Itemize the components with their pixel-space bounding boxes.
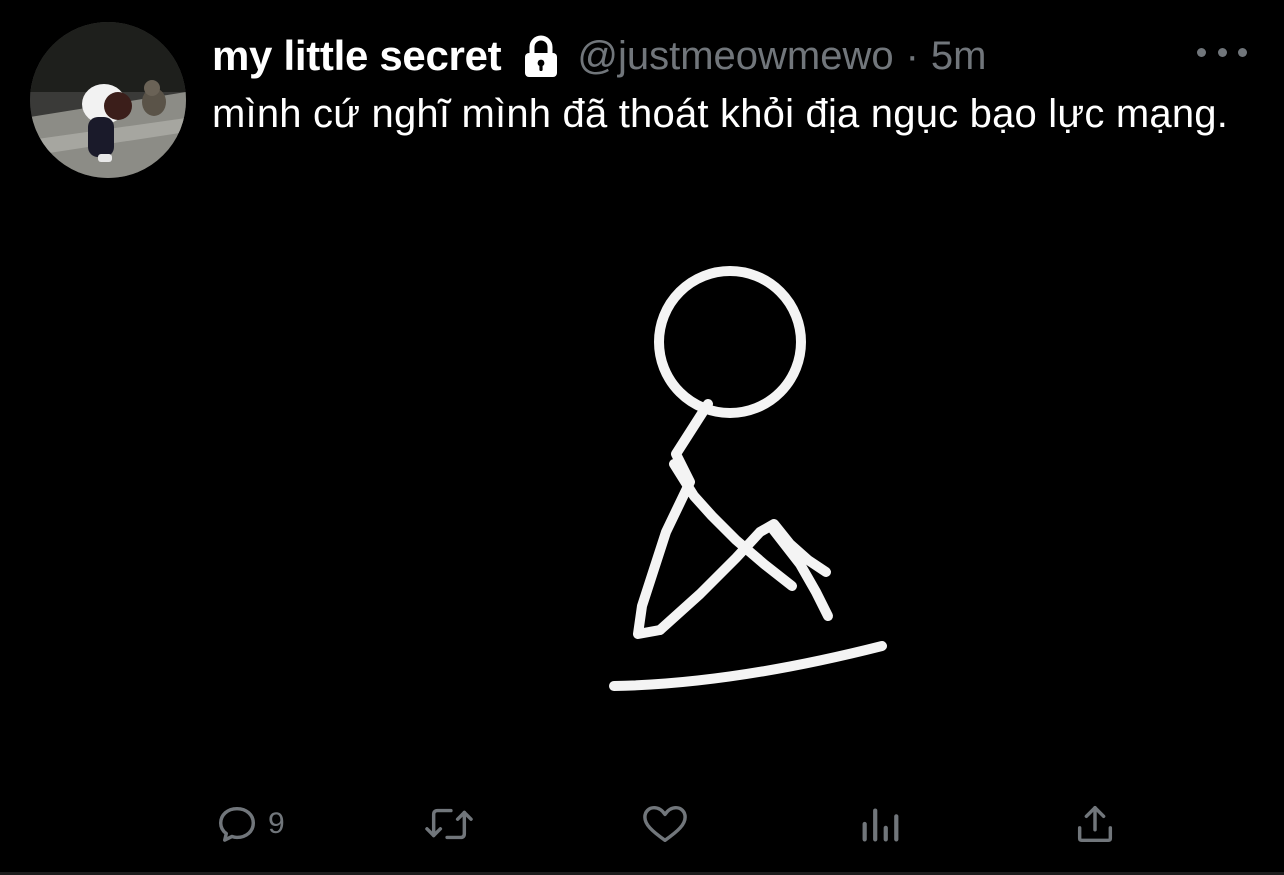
like-button[interactable] bbox=[640, 796, 690, 852]
tweet-text: mình cứ nghĩ mình đã thoát khỏi địa ngục… bbox=[212, 92, 1229, 136]
more-dot bbox=[1238, 47, 1247, 57]
separator: · bbox=[905, 33, 919, 78]
lock-icon bbox=[523, 34, 559, 78]
display-name[interactable]: my little secret bbox=[212, 32, 502, 80]
more-dot bbox=[1217, 47, 1227, 57]
retweet-button[interactable] bbox=[422, 796, 476, 852]
reply-count: 9 bbox=[268, 807, 285, 840]
reply-button[interactable]: 9 bbox=[214, 796, 285, 852]
more-options-icon[interactable] bbox=[1197, 40, 1247, 64]
analytics-button[interactable] bbox=[858, 796, 902, 852]
reply-icon bbox=[214, 801, 260, 847]
share-icon bbox=[1072, 801, 1118, 847]
retweet-icon bbox=[422, 801, 476, 847]
analytics-icon bbox=[858, 801, 902, 847]
tweet-media[interactable] bbox=[212, 214, 1252, 774]
tweet-actions: 9 bbox=[212, 796, 1252, 852]
handle[interactable]: @justmeowmewo bbox=[577, 34, 893, 79]
tweet[interactable]: my little secret @justmeowmewo · 5m mình… bbox=[0, 0, 1284, 875]
heart-icon bbox=[640, 801, 690, 847]
timestamp[interactable]: 5m bbox=[931, 34, 987, 79]
tweet-header: my little secret @justmeowmewo · 5m bbox=[212, 28, 987, 84]
share-button[interactable] bbox=[1072, 796, 1118, 852]
stick-figure-drawing bbox=[609, 266, 887, 691]
avatar[interactable] bbox=[30, 22, 186, 178]
more-dot bbox=[1197, 47, 1206, 57]
